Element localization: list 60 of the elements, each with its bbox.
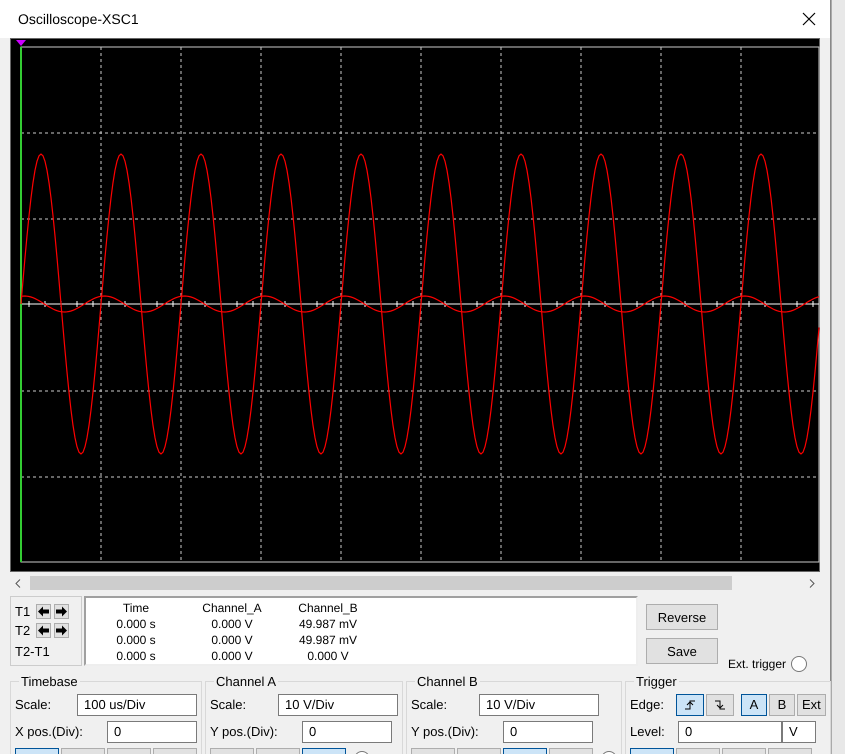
unit-field[interactable]: V bbox=[782, 720, 816, 742]
cursor-marker-icon[interactable] bbox=[16, 40, 26, 46]
position-field[interactable]: 0 bbox=[302, 720, 392, 742]
cursor-label: T1 bbox=[15, 604, 32, 619]
window-title: Oscilloscope-XSC1 bbox=[18, 11, 139, 27]
left-arrow-icon bbox=[38, 606, 49, 617]
rising-edge-icon bbox=[684, 700, 696, 710]
falling-edge-button[interactable] bbox=[706, 694, 734, 716]
action-button[interactable]: Save bbox=[646, 638, 718, 664]
field-label: Y pos.(Div): bbox=[411, 724, 480, 739]
ext-trigger-label: Ext. trigger bbox=[728, 657, 786, 671]
source-button[interactable]: Ext bbox=[797, 694, 826, 716]
field-label: Y pos.(Div): bbox=[210, 724, 279, 739]
field-label: Edge: bbox=[630, 697, 665, 712]
cursor-right-button[interactable] bbox=[54, 604, 69, 619]
field-label: Level: bbox=[630, 724, 666, 739]
table-cell-text: 0.000 s bbox=[115, 617, 157, 633]
cursor-left-button[interactable] bbox=[36, 604, 51, 619]
group-title: Channel B bbox=[416, 674, 479, 689]
table-cell-text: 0.000 V bbox=[306, 649, 350, 665]
position-field[interactable]: 0 bbox=[107, 720, 197, 742]
group-title: Channel A bbox=[215, 674, 277, 689]
cursor-label: T2 bbox=[15, 623, 32, 638]
source-button[interactable]: A bbox=[741, 694, 767, 716]
scale-field[interactable]: 10 V/Div bbox=[278, 694, 398, 716]
cursor-left-button[interactable] bbox=[36, 623, 51, 638]
group-title: Timebase bbox=[20, 674, 79, 689]
rising-edge-button[interactable] bbox=[676, 694, 704, 716]
column-header: Channel_A bbox=[201, 601, 263, 617]
close-icon[interactable] bbox=[802, 12, 816, 26]
column-header: Time bbox=[122, 601, 150, 617]
scroll-left-icon[interactable] bbox=[15, 578, 21, 588]
right-arrow-icon bbox=[56, 606, 67, 617]
cursor-right-button[interactable] bbox=[54, 623, 69, 638]
ext-trigger-radio[interactable] bbox=[791, 656, 808, 672]
table-cell-text: 0.000 s bbox=[115, 633, 157, 649]
scale-field[interactable]: 100 us/Div bbox=[77, 694, 197, 716]
table-cell-text: 0.000 s bbox=[115, 649, 157, 665]
table-cell-text: 0.000 V bbox=[210, 617, 254, 633]
field-label: Scale: bbox=[411, 697, 448, 712]
field-label: Scale: bbox=[15, 697, 52, 712]
right-arrow-icon bbox=[56, 625, 67, 636]
cursor-label: T2-T1 bbox=[15, 644, 51, 659]
table-cell-text: 0.000 V bbox=[210, 649, 254, 665]
scale-field[interactable]: 10 V/Div bbox=[479, 694, 599, 716]
table-cell-text: 0.000 V bbox=[210, 633, 254, 649]
field-label: X pos.(Div): bbox=[15, 724, 84, 739]
table-cell-text: 49.987 mV bbox=[298, 617, 358, 633]
column-header: Channel_B bbox=[297, 601, 359, 617]
scroll-right-icon[interactable] bbox=[809, 578, 815, 588]
action-button[interactable]: Reverse bbox=[646, 604, 718, 630]
position-field[interactable]: 0 bbox=[503, 720, 593, 742]
scrollbar-thumb[interactable] bbox=[30, 576, 732, 590]
left-arrow-icon bbox=[38, 625, 49, 636]
falling-edge-icon bbox=[714, 700, 726, 710]
group-title: Trigger bbox=[635, 674, 678, 689]
table-cell-text: 49.987 mV bbox=[298, 633, 358, 649]
level-field[interactable]: 0 bbox=[678, 720, 782, 742]
source-button[interactable]: B bbox=[769, 694, 795, 716]
field-label: Scale: bbox=[210, 697, 248, 712]
